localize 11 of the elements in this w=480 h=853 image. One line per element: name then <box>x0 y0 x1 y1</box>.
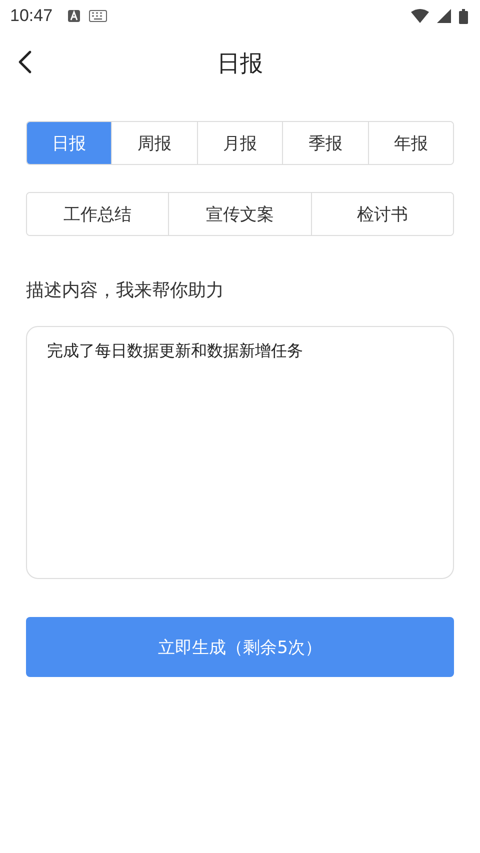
page-title: 日报 <box>217 50 263 78</box>
battery-icon <box>459 8 468 24</box>
status-time: 10:47 <box>10 6 53 26</box>
keyboard-icon <box>88 10 107 22</box>
description-field[interactable]: 完成了每日数据更新和数据新增任务 <box>26 326 454 579</box>
signal-icon <box>437 9 451 23</box>
wifi-icon <box>411 9 429 23</box>
prompt-label: 描述内容，我来帮你助力 <box>26 279 225 302</box>
report-type-tab[interactable]: 年报 <box>368 122 453 164</box>
writing-type-tab[interactable]: 检讨书 <box>310 193 453 235</box>
font-icon <box>66 9 81 23</box>
